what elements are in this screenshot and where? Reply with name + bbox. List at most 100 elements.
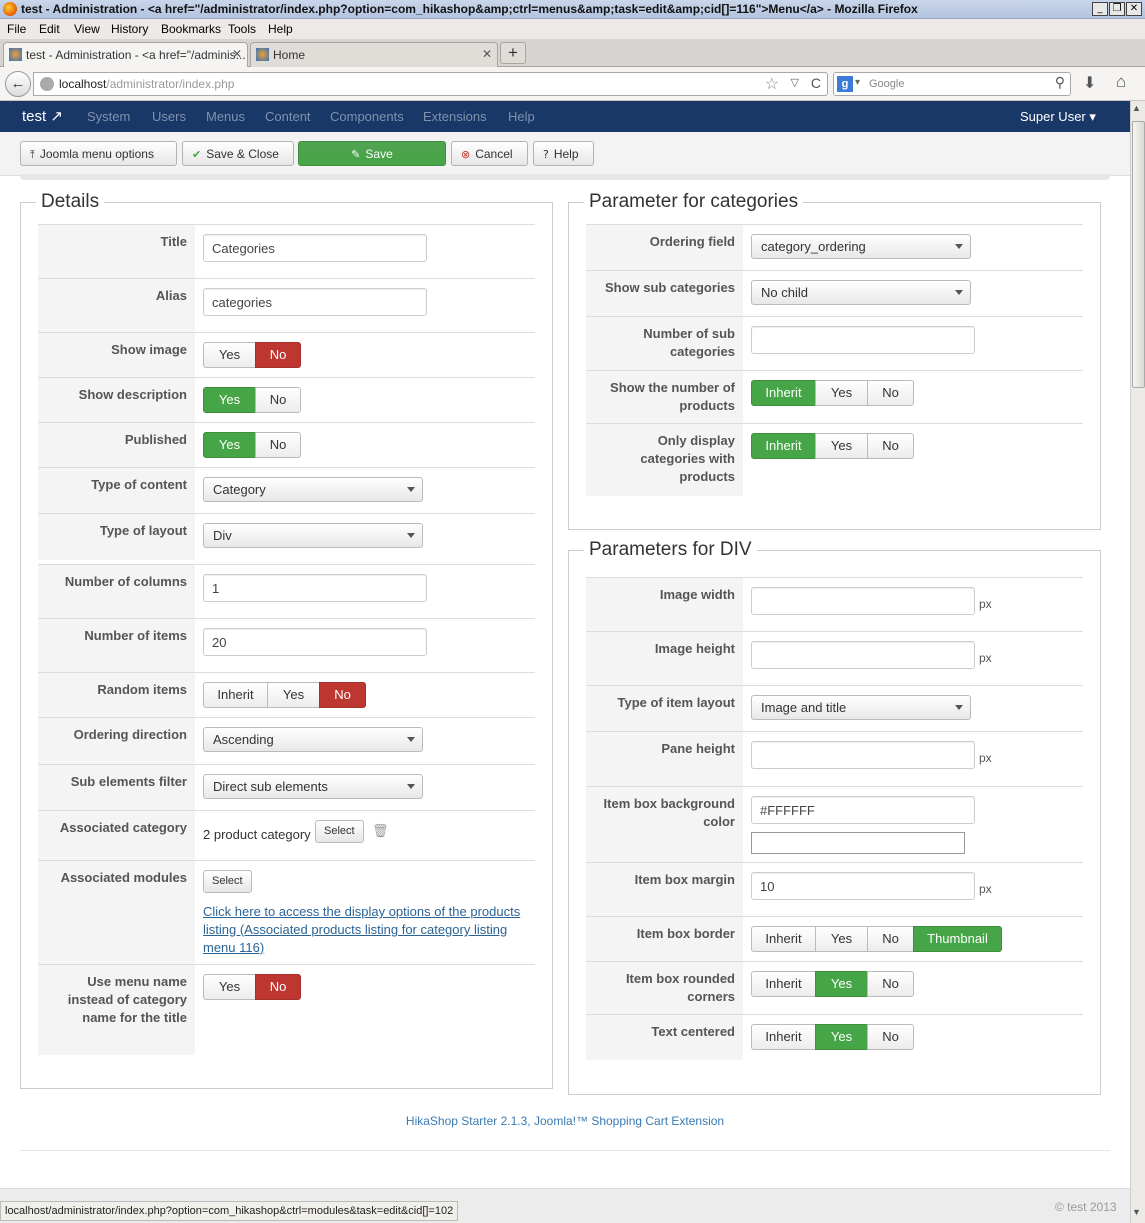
only-display-categories-inherit[interactable]: Inherit <box>751 433 816 459</box>
item-border-yes[interactable]: Yes <box>815 926 868 952</box>
help-button[interactable]: ? Help <box>533 141 594 166</box>
menu-history[interactable]: History <box>111 22 148 36</box>
item-border-no[interactable]: No <box>867 926 914 952</box>
random-items-yes[interactable]: Yes <box>267 682 320 708</box>
rounded-corners-inherit[interactable]: Inherit <box>751 971 816 997</box>
show-image-no[interactable]: No <box>255 342 301 368</box>
ordering-direction-select[interactable]: Ascending <box>203 727 423 752</box>
tab-close-icon[interactable]: ✕ <box>232 47 242 61</box>
item-margin-input[interactable]: 10 <box>751 872 975 900</box>
nav-components[interactable]: Components <box>330 109 404 124</box>
nav-extensions[interactable]: Extensions <box>423 109 487 124</box>
tab-administration[interactable]: test - Administration - <a href="/admini… <box>3 42 248 67</box>
site-brand[interactable]: test ↗ <box>22 107 63 125</box>
only-display-categories-yes[interactable]: Yes <box>815 433 868 459</box>
type-layout-select[interactable]: Div <box>203 523 423 548</box>
vertical-scrollbar[interactable]: ▲ ▼ <box>1130 101 1145 1223</box>
scrollbar-thumb[interactable] <box>1132 121 1145 388</box>
random-items-inherit[interactable]: Inherit <box>203 682 268 708</box>
joomla-favicon-icon <box>256 48 269 61</box>
row-bg-color: Item box background color #FFFFFF <box>586 786 1083 863</box>
show-description-yes[interactable]: Yes <box>203 387 256 413</box>
search-engine-dropdown-icon[interactable]: ▾ <box>855 77 860 88</box>
row-associated-category: Associated category 2 product category S… <box>38 810 535 861</box>
select-category-button[interactable]: Select <box>315 820 364 843</box>
only-display-categories-no[interactable]: No <box>867 433 914 459</box>
cancel-button[interactable]: ⊗ Cancel <box>451 141 528 166</box>
nav-system[interactable]: System <box>87 109 130 124</box>
history-dropdown-icon[interactable]: ▽ <box>791 76 799 89</box>
search-bar[interactable]: g ▾ Google ⚲ <box>833 72 1071 96</box>
search-icon[interactable]: ⚲ <box>1055 74 1065 91</box>
number-columns-input[interactable]: 1 <box>203 574 427 602</box>
nav-content[interactable]: Content <box>265 109 311 124</box>
show-description-no[interactable]: No <box>255 387 301 413</box>
item-border-thumbnail[interactable]: Thumbnail <box>913 926 1002 952</box>
ordering-field-select[interactable]: category_ordering <box>751 234 971 259</box>
maximize-button[interactable]: ❐ <box>1109 2 1125 16</box>
products-listing-options-link[interactable]: Click here to access the display options… <box>203 903 533 957</box>
use-menu-name-yes[interactable]: Yes <box>203 974 256 1000</box>
item-layout-select[interactable]: Image and title <box>751 695 971 720</box>
url-bar[interactable]: localhost/administrator/index.php ☆ ▽ C <box>33 72 828 96</box>
nav-help[interactable]: Help <box>508 109 535 124</box>
text-centered-no[interactable]: No <box>867 1024 914 1050</box>
rounded-corners-yes[interactable]: Yes <box>815 971 868 997</box>
show-number-products-no[interactable]: No <box>867 380 914 406</box>
show-number-products-inherit[interactable]: Inherit <box>751 380 816 406</box>
random-items-no[interactable]: No <box>319 682 366 708</box>
number-sub-categories-input[interactable] <box>751 326 975 354</box>
title-input[interactable]: Categories <box>203 234 427 262</box>
new-tab-button[interactable]: + <box>500 42 526 64</box>
rounded-corners-no[interactable]: No <box>867 971 914 997</box>
published-no[interactable]: No <box>255 432 301 458</box>
close-window-button[interactable]: ✕ <box>1126 2 1142 16</box>
published-yes[interactable]: Yes <box>203 432 256 458</box>
menu-file[interactable]: File <box>7 22 26 36</box>
only-display-categories-toggle: Inherit Yes No <box>751 433 914 459</box>
show-description-toggle: Yes No <box>203 387 301 413</box>
text-centered-inherit[interactable]: Inherit <box>751 1024 816 1050</box>
menu-view[interactable]: View <box>74 22 100 36</box>
menu-edit[interactable]: Edit <box>39 22 60 36</box>
text-centered-yes[interactable]: Yes <box>815 1024 868 1050</box>
item-border-inherit[interactable]: Inherit <box>751 926 816 952</box>
bg-color-input[interactable]: #FFFFFF <box>751 796 975 824</box>
save-button[interactable]: ✎ Save <box>298 141 446 166</box>
show-image-yes[interactable]: Yes <box>203 342 256 368</box>
download-icon[interactable]: ⬇ <box>1083 73 1096 93</box>
alias-input[interactable]: categories <box>203 288 427 316</box>
row-ordering-direction: Ordering direction Ascending <box>38 717 535 765</box>
menu-help[interactable]: Help <box>268 22 293 36</box>
image-width-input[interactable] <box>751 587 975 615</box>
select-modules-button[interactable]: Select <box>203 870 252 893</box>
joomla-menu-options-button[interactable]: ⤒ Joomla menu options <box>20 141 177 166</box>
scroll-down-icon[interactable]: ▼ <box>1132 1207 1141 1217</box>
minimize-button[interactable]: _ <box>1092 2 1108 16</box>
trash-icon[interactable]: 🗑 <box>372 823 389 839</box>
number-items-input[interactable]: 20 <box>203 628 427 656</box>
nav-menus[interactable]: Menus <box>206 109 245 124</box>
bookmark-star-icon[interactable]: ☆ <box>765 74 779 94</box>
save-close-button[interactable]: ✔ Save & Close <box>182 141 294 166</box>
type-content-select[interactable]: Category <box>203 477 423 502</box>
user-menu[interactable]: Super User ▾ <box>1020 109 1096 125</box>
home-icon[interactable]: ⌂ <box>1116 72 1126 92</box>
sub-elements-filter-select[interactable]: Direct sub elements <box>203 774 423 799</box>
show-number-products-yes[interactable]: Yes <box>815 380 868 406</box>
show-sub-categories-select[interactable]: No child <box>751 280 971 305</box>
scroll-up-icon[interactable]: ▲ <box>1132 103 1141 113</box>
tab-close-icon[interactable]: ✕ <box>482 47 492 61</box>
menu-bookmarks[interactable]: Bookmarks <box>161 22 221 36</box>
menu-tools[interactable]: Tools <box>228 22 256 36</box>
use-menu-name-no[interactable]: No <box>255 974 301 1000</box>
reload-icon[interactable]: C <box>811 75 821 91</box>
color-swatch[interactable] <box>751 832 965 854</box>
back-button[interactable]: ← <box>5 71 31 97</box>
pane-height-input[interactable] <box>751 741 975 769</box>
google-icon[interactable]: g <box>837 76 853 92</box>
tab-home[interactable]: Home ✕ <box>250 42 498 67</box>
image-height-input[interactable] <box>751 641 975 669</box>
footer-credit-link[interactable]: HikaShop Starter 2.1.3, Joomla!™ Shoppin… <box>0 1114 1130 1128</box>
nav-users[interactable]: Users <box>152 109 186 124</box>
